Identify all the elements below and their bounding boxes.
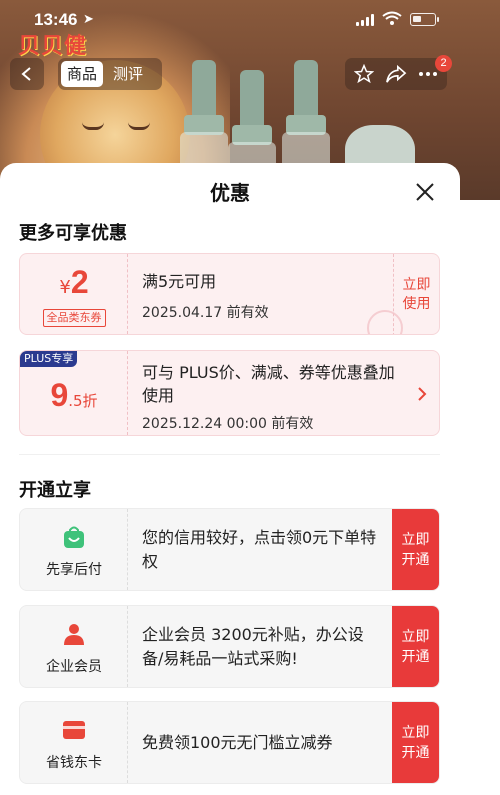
sheet-title: 优惠 bbox=[210, 181, 250, 205]
use-now-button[interactable]: 立即使用 bbox=[401, 276, 433, 314]
card-icon bbox=[63, 721, 85, 739]
location-arrow-icon: ➤ bbox=[83, 12, 94, 27]
plus-coupon-card[interactable]: PLUS专享 9.5折 可与 PLUS价、满减、券等优惠叠加使用 2025.12… bbox=[19, 350, 440, 436]
back-button[interactable] bbox=[10, 58, 44, 90]
more-discounts-heading: 更多可享优惠 bbox=[19, 223, 127, 244]
status-bar: 13:46 ➤ bbox=[0, 8, 500, 32]
chevron-left-icon bbox=[21, 67, 31, 81]
coupon-valid: 2025.04.17 前有效 bbox=[142, 305, 269, 321]
signal-icon bbox=[356, 14, 374, 26]
star-icon[interactable] bbox=[354, 64, 375, 84]
open-now-button[interactable]: 立即开通 bbox=[392, 702, 439, 783]
coupon-value: ¥2 全品类东券 bbox=[20, 254, 128, 334]
privilege-label: 先享后付 bbox=[46, 562, 102, 578]
privilege-text: 免费领100元无门槛立减券 bbox=[142, 733, 333, 752]
tab-switcher: 商品 测评 bbox=[58, 58, 162, 90]
privilege-card[interactable]: 省钱东卡 免费领100元无门槛立减券 立即开通 bbox=[19, 701, 440, 784]
right-nav bbox=[345, 58, 447, 90]
notification-badge: 2 bbox=[435, 55, 452, 72]
status-time: 13:46 bbox=[34, 10, 78, 29]
coupon-title: 可与 PLUS价、满减、券等优惠叠加使用 bbox=[142, 363, 395, 405]
open-now-button[interactable]: 立即开通 bbox=[392, 606, 439, 687]
open-now-heading: 开通立享 bbox=[19, 480, 91, 501]
battery-icon bbox=[410, 13, 439, 26]
coupon-title: 满5元可用 bbox=[142, 272, 217, 291]
coupon-card[interactable]: ¥2 全品类东券 满5元可用 2025.04.17 前有效 立即使用 bbox=[19, 253, 440, 335]
privilege-card[interactable]: 企业会员 企业会员 3200元补贴，办公设备/易耗品一站式采购! 立即开通 bbox=[19, 605, 440, 688]
chevron-right-icon bbox=[418, 387, 427, 401]
share-icon[interactable] bbox=[385, 64, 407, 84]
open-now-button[interactable]: 立即开通 bbox=[392, 509, 439, 590]
privilege-text: 您的信用较好，点击领0元下单特权 bbox=[142, 528, 377, 571]
brand-logo: 贝贝健 bbox=[18, 34, 88, 59]
coupon-tag: 全品类东券 bbox=[42, 309, 106, 327]
privilege-text: 企业会员 3200元补贴，办公设备/易耗品一站式采购! bbox=[142, 625, 364, 668]
more-icon[interactable] bbox=[418, 71, 438, 77]
discount-sheet: 优惠 更多可享优惠 ¥2 全品类东券 满5元可用 2025.04.17 前有效 … bbox=[0, 163, 460, 795]
tab-product[interactable]: 商品 bbox=[61, 61, 104, 87]
privilege-label: 企业会员 bbox=[46, 659, 102, 675]
privilege-card[interactable]: 先享后付 您的信用较好，点击领0元下单特权 立即开通 bbox=[19, 508, 440, 591]
discount-rate: 9 bbox=[50, 377, 69, 413]
privilege-label: 省钱东卡 bbox=[46, 755, 102, 771]
shopping-bag-icon bbox=[64, 526, 84, 548]
user-icon bbox=[64, 624, 84, 645]
close-icon[interactable] bbox=[414, 181, 436, 203]
plus-badge: PLUS专享 bbox=[20, 351, 78, 367]
coupon-valid: 2025.12.24 00:00 前有效 bbox=[142, 416, 314, 432]
wifi-icon bbox=[382, 11, 402, 25]
tab-review[interactable]: 测评 bbox=[107, 61, 149, 87]
